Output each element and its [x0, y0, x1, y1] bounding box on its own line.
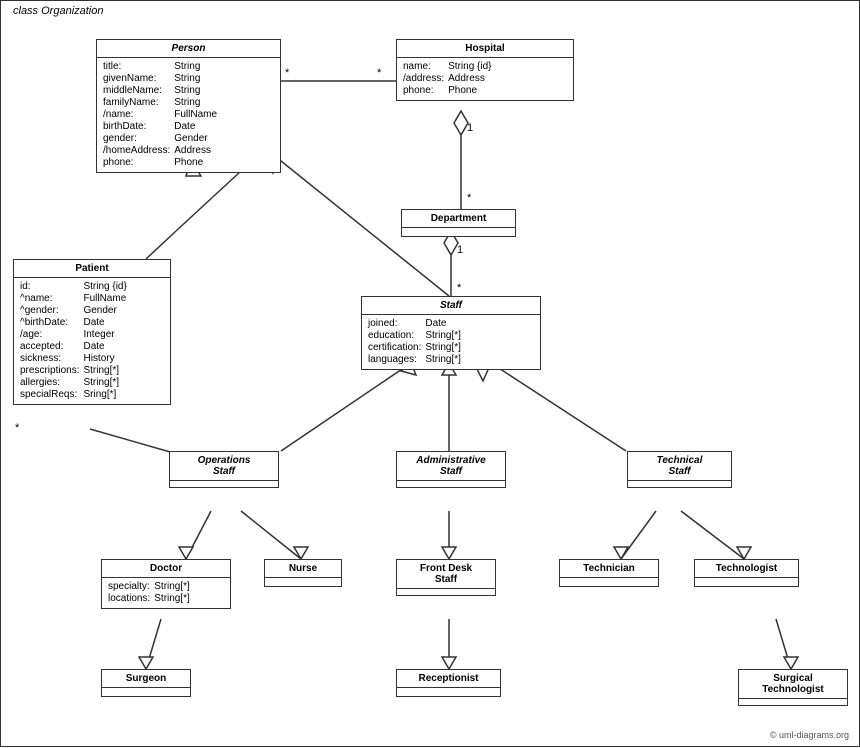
front-desk-class: Front DeskStaff: [396, 559, 496, 596]
admin-staff-class: AdministrativeStaff: [396, 451, 506, 488]
patient-header: Patient: [14, 260, 170, 278]
hospital-body: name:String {id} /address:Address phone:…: [397, 58, 573, 100]
patient-body: id:String {id} ^name:FullName ^gender:Ge…: [14, 278, 170, 404]
svg-text:*: *: [15, 422, 20, 434]
surgical-technologist-body: [739, 699, 847, 705]
hospital-class: Hospital name:String {id} /address:Addre…: [396, 39, 574, 101]
technical-staff-header: TechnicalStaff: [628, 452, 731, 481]
technician-class: Technician: [559, 559, 659, 587]
patient-class: Patient id:String {id} ^name:FullName ^g…: [13, 259, 171, 405]
person-class: Person title:String givenName:String mid…: [96, 39, 281, 173]
admin-staff-body: [397, 481, 505, 487]
surgeon-body: [102, 688, 190, 696]
svg-text:*: *: [457, 282, 462, 294]
department-body: [402, 228, 515, 236]
hospital-header: Hospital: [397, 40, 573, 58]
svg-text:*: *: [467, 192, 472, 204]
surgeon-header: Surgeon: [102, 670, 190, 688]
nurse-header: Nurse: [265, 560, 341, 578]
technician-header: Technician: [560, 560, 658, 578]
technologist-body: [695, 578, 798, 586]
admin-staff-header: AdministrativeStaff: [397, 452, 505, 481]
technologist-header: Technologist: [695, 560, 798, 578]
svg-text:1: 1: [457, 244, 463, 256]
surgeon-class: Surgeon: [101, 669, 191, 697]
technician-body: [560, 578, 658, 586]
doctor-class: Doctor specialty:String[*] locations:Str…: [101, 559, 231, 609]
operations-staff-body: [170, 481, 278, 487]
front-desk-header: Front DeskStaff: [397, 560, 495, 589]
operations-staff-header: OperationsStaff: [170, 452, 278, 481]
svg-text:*: *: [377, 67, 382, 79]
operations-staff-class: OperationsStaff: [169, 451, 279, 488]
nurse-class: Nurse: [264, 559, 342, 587]
nurse-body: [265, 578, 341, 586]
person-body: title:String givenName:String middleName…: [97, 58, 280, 172]
department-class: Department: [401, 209, 516, 237]
surgical-technologist-header: SurgicalTechnologist: [739, 670, 847, 699]
diagram-canvas: class Organization * * 1 * 1 *: [0, 0, 860, 747]
front-desk-body: [397, 589, 495, 595]
technical-staff-class: TechnicalStaff: [627, 451, 732, 488]
staff-class: Staff joined:Date education:String[*] ce…: [361, 296, 541, 370]
doctor-header: Doctor: [102, 560, 230, 578]
receptionist-header: Receptionist: [397, 670, 500, 688]
technologist-class: Technologist: [694, 559, 799, 587]
technical-staff-body: [628, 481, 731, 487]
surgical-technologist-class: SurgicalTechnologist: [738, 669, 848, 706]
doctor-body: specialty:String[*] locations:String[*]: [102, 578, 230, 608]
staff-body: joined:Date education:String[*] certific…: [362, 315, 540, 369]
diagram-title: class Organization: [9, 5, 108, 17]
receptionist-body: [397, 688, 500, 696]
svg-text:*: *: [285, 67, 290, 79]
department-header: Department: [402, 210, 515, 228]
person-header: Person: [97, 40, 280, 58]
staff-header: Staff: [362, 297, 540, 315]
receptionist-class: Receptionist: [396, 669, 501, 697]
svg-text:1: 1: [467, 122, 473, 134]
footer: © uml-diagrams.org: [770, 730, 849, 740]
